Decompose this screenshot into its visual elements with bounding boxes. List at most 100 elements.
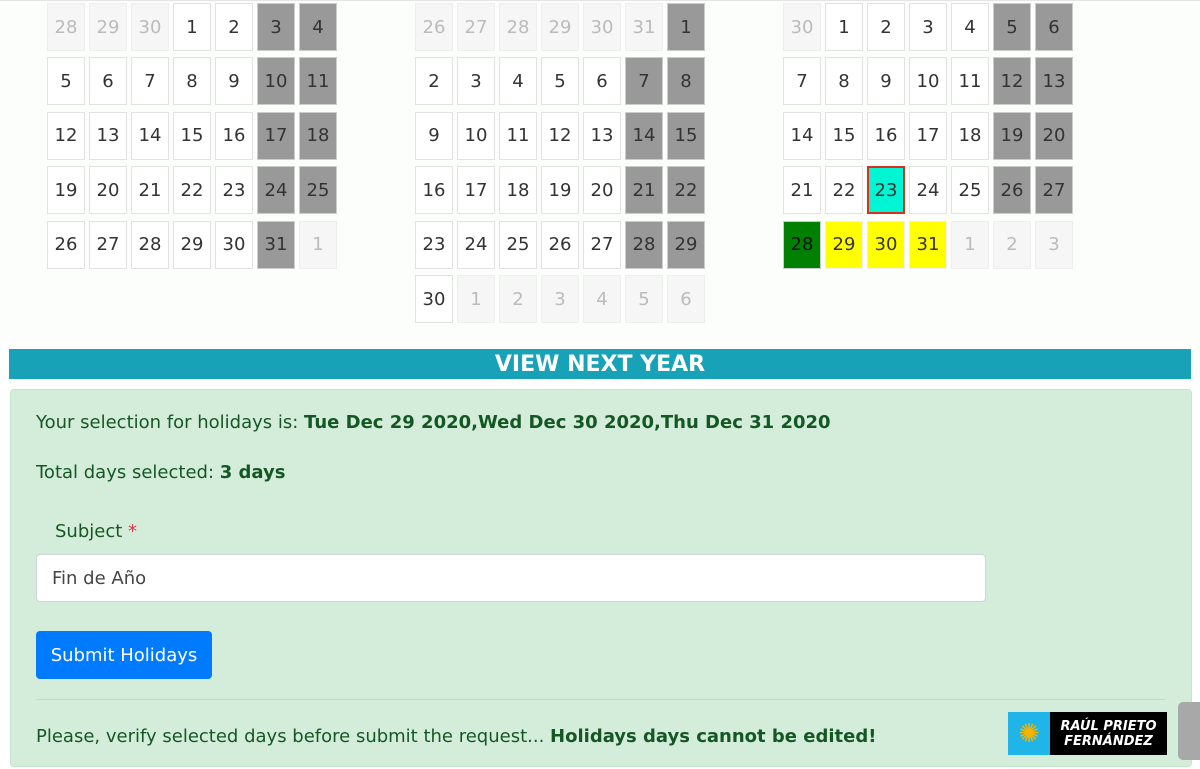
calendar-day[interactable]: 30 bbox=[215, 220, 253, 269]
calendar-day[interactable]: 2 bbox=[867, 3, 905, 51]
weekend-day[interactable]: 22 bbox=[667, 166, 705, 215]
calendar-day[interactable]: 26 bbox=[541, 220, 579, 269]
calendar-day[interactable]: 20 bbox=[89, 166, 127, 215]
calendar-day[interactable]: 20 bbox=[583, 166, 621, 215]
other-month-day[interactable]: 26 bbox=[415, 3, 453, 51]
weekend-day[interactable]: 7 bbox=[625, 57, 663, 106]
scroll-handle[interactable] bbox=[1178, 702, 1200, 760]
calendar-day[interactable]: 29 bbox=[173, 220, 211, 269]
calendar-day[interactable]: 3 bbox=[909, 3, 947, 51]
weekend-day[interactable]: 24 bbox=[257, 166, 295, 215]
calendar-day[interactable]: 18 bbox=[499, 166, 537, 215]
calendar-day[interactable]: 26 bbox=[47, 220, 85, 269]
calendar-day[interactable]: 4 bbox=[951, 3, 989, 51]
calendar-day[interactable]: 9 bbox=[415, 111, 453, 160]
calendar-day[interactable]: 14 bbox=[131, 111, 169, 160]
calendar-day[interactable]: 17 bbox=[909, 111, 947, 160]
calendar-day[interactable]: 4 bbox=[499, 57, 537, 106]
weekend-day[interactable]: 19 bbox=[993, 111, 1031, 160]
calendar-day[interactable]: 10 bbox=[457, 111, 495, 160]
weekend-day[interactable]: 20 bbox=[1035, 111, 1073, 160]
weekend-day[interactable]: 25 bbox=[299, 166, 337, 215]
calendar-day[interactable]: 16 bbox=[867, 111, 905, 160]
weekend-day[interactable]: 4 bbox=[299, 3, 337, 51]
calendar-day[interactable]: 5 bbox=[541, 57, 579, 106]
calendar-day[interactable]: 21 bbox=[131, 166, 169, 215]
calendar-day[interactable]: 5 bbox=[47, 57, 85, 106]
weekend-day[interactable]: 26 bbox=[993, 166, 1031, 215]
other-month-day[interactable]: 1 bbox=[457, 275, 495, 323]
other-month-day[interactable]: 2 bbox=[993, 220, 1031, 269]
calendar-day[interactable]: 9 bbox=[215, 57, 253, 106]
calendar-day[interactable]: 13 bbox=[583, 111, 621, 160]
selected-day[interactable]: 30 bbox=[867, 220, 905, 269]
calendar-day[interactable]: 8 bbox=[173, 57, 211, 106]
other-month-day[interactable]: 29 bbox=[89, 3, 127, 51]
weekend-day[interactable]: 3 bbox=[257, 3, 295, 51]
weekend-day[interactable]: 11 bbox=[299, 57, 337, 106]
calendar-day[interactable]: 12 bbox=[541, 111, 579, 160]
other-month-day[interactable]: 30 bbox=[131, 3, 169, 51]
calendar-day[interactable]: 23 bbox=[415, 220, 453, 269]
other-month-day[interactable]: 28 bbox=[47, 3, 85, 51]
weekend-day[interactable]: 29 bbox=[667, 220, 705, 269]
other-month-day[interactable]: 3 bbox=[1035, 220, 1073, 269]
calendar-day[interactable]: 7 bbox=[783, 57, 821, 106]
submit-holidays-button[interactable]: Submit Holidays bbox=[36, 631, 212, 679]
other-month-day[interactable]: 4 bbox=[583, 275, 621, 323]
other-month-day[interactable]: 30 bbox=[783, 3, 821, 51]
calendar-day[interactable]: 28 bbox=[131, 220, 169, 269]
weekend-day[interactable]: 13 bbox=[1035, 57, 1073, 106]
weekend-day[interactable]: 27 bbox=[1035, 166, 1073, 215]
weekend-day[interactable]: 12 bbox=[993, 57, 1031, 106]
calendar-day[interactable]: 21 bbox=[783, 166, 821, 215]
other-month-day[interactable]: 1 bbox=[951, 220, 989, 269]
weekend-day[interactable]: 15 bbox=[667, 111, 705, 160]
calendar-day[interactable]: 24 bbox=[909, 166, 947, 215]
weekend-day[interactable]: 1 bbox=[667, 3, 705, 51]
calendar-day[interactable]: 1 bbox=[825, 3, 863, 51]
calendar-day[interactable]: 15 bbox=[825, 111, 863, 160]
calendar-day[interactable]: 17 bbox=[457, 166, 495, 215]
other-month-day[interactable]: 6 bbox=[667, 275, 705, 323]
calendar-day[interactable]: 25 bbox=[951, 166, 989, 215]
calendar-day[interactable]: 27 bbox=[583, 220, 621, 269]
calendar-day[interactable]: 19 bbox=[541, 166, 579, 215]
calendar-day[interactable]: 2 bbox=[215, 3, 253, 51]
calendar-day[interactable]: 11 bbox=[499, 111, 537, 160]
calendar-day[interactable]: 24 bbox=[457, 220, 495, 269]
view-next-year-button[interactable]: VIEW NEXT YEAR bbox=[9, 349, 1191, 379]
calendar-day[interactable]: 27 bbox=[89, 220, 127, 269]
other-month-day[interactable]: 27 bbox=[457, 3, 495, 51]
other-month-day[interactable]: 30 bbox=[583, 3, 621, 51]
calendar-day[interactable]: 3 bbox=[457, 57, 495, 106]
other-month-day[interactable]: 31 bbox=[625, 3, 663, 51]
calendar-day[interactable]: 15 bbox=[173, 111, 211, 160]
calendar-day[interactable]: 6 bbox=[89, 57, 127, 106]
holiday-day[interactable]: 28 bbox=[783, 220, 821, 269]
other-month-day[interactable]: 2 bbox=[499, 275, 537, 323]
other-month-day[interactable]: 1 bbox=[299, 220, 337, 269]
calendar-day[interactable]: 1 bbox=[173, 3, 211, 51]
other-month-day[interactable]: 5 bbox=[625, 275, 663, 323]
calendar-day[interactable]: 10 bbox=[909, 57, 947, 106]
calendar-day[interactable]: 7 bbox=[131, 57, 169, 106]
subject-input[interactable] bbox=[36, 554, 986, 602]
calendar-day[interactable]: 11 bbox=[951, 57, 989, 106]
calendar-day[interactable]: 16 bbox=[215, 111, 253, 160]
calendar-day[interactable]: 13 bbox=[89, 111, 127, 160]
other-month-day[interactable]: 3 bbox=[541, 275, 579, 323]
calendar-day[interactable]: 22 bbox=[173, 166, 211, 215]
calendar-day[interactable]: 2 bbox=[415, 57, 453, 106]
calendar-day[interactable]: 9 bbox=[867, 57, 905, 106]
calendar-day[interactable]: 12 bbox=[47, 111, 85, 160]
weekend-day[interactable]: 18 bbox=[299, 111, 337, 160]
calendar-day[interactable]: 23 bbox=[215, 166, 253, 215]
calendar-day[interactable]: 25 bbox=[499, 220, 537, 269]
weekend-day[interactable]: 21 bbox=[625, 166, 663, 215]
weekend-day[interactable]: 5 bbox=[993, 3, 1031, 51]
weekend-day[interactable]: 31 bbox=[257, 220, 295, 269]
weekend-day[interactable]: 28 bbox=[625, 220, 663, 269]
weekend-day[interactable]: 17 bbox=[257, 111, 295, 160]
weekend-day[interactable]: 8 bbox=[667, 57, 705, 106]
